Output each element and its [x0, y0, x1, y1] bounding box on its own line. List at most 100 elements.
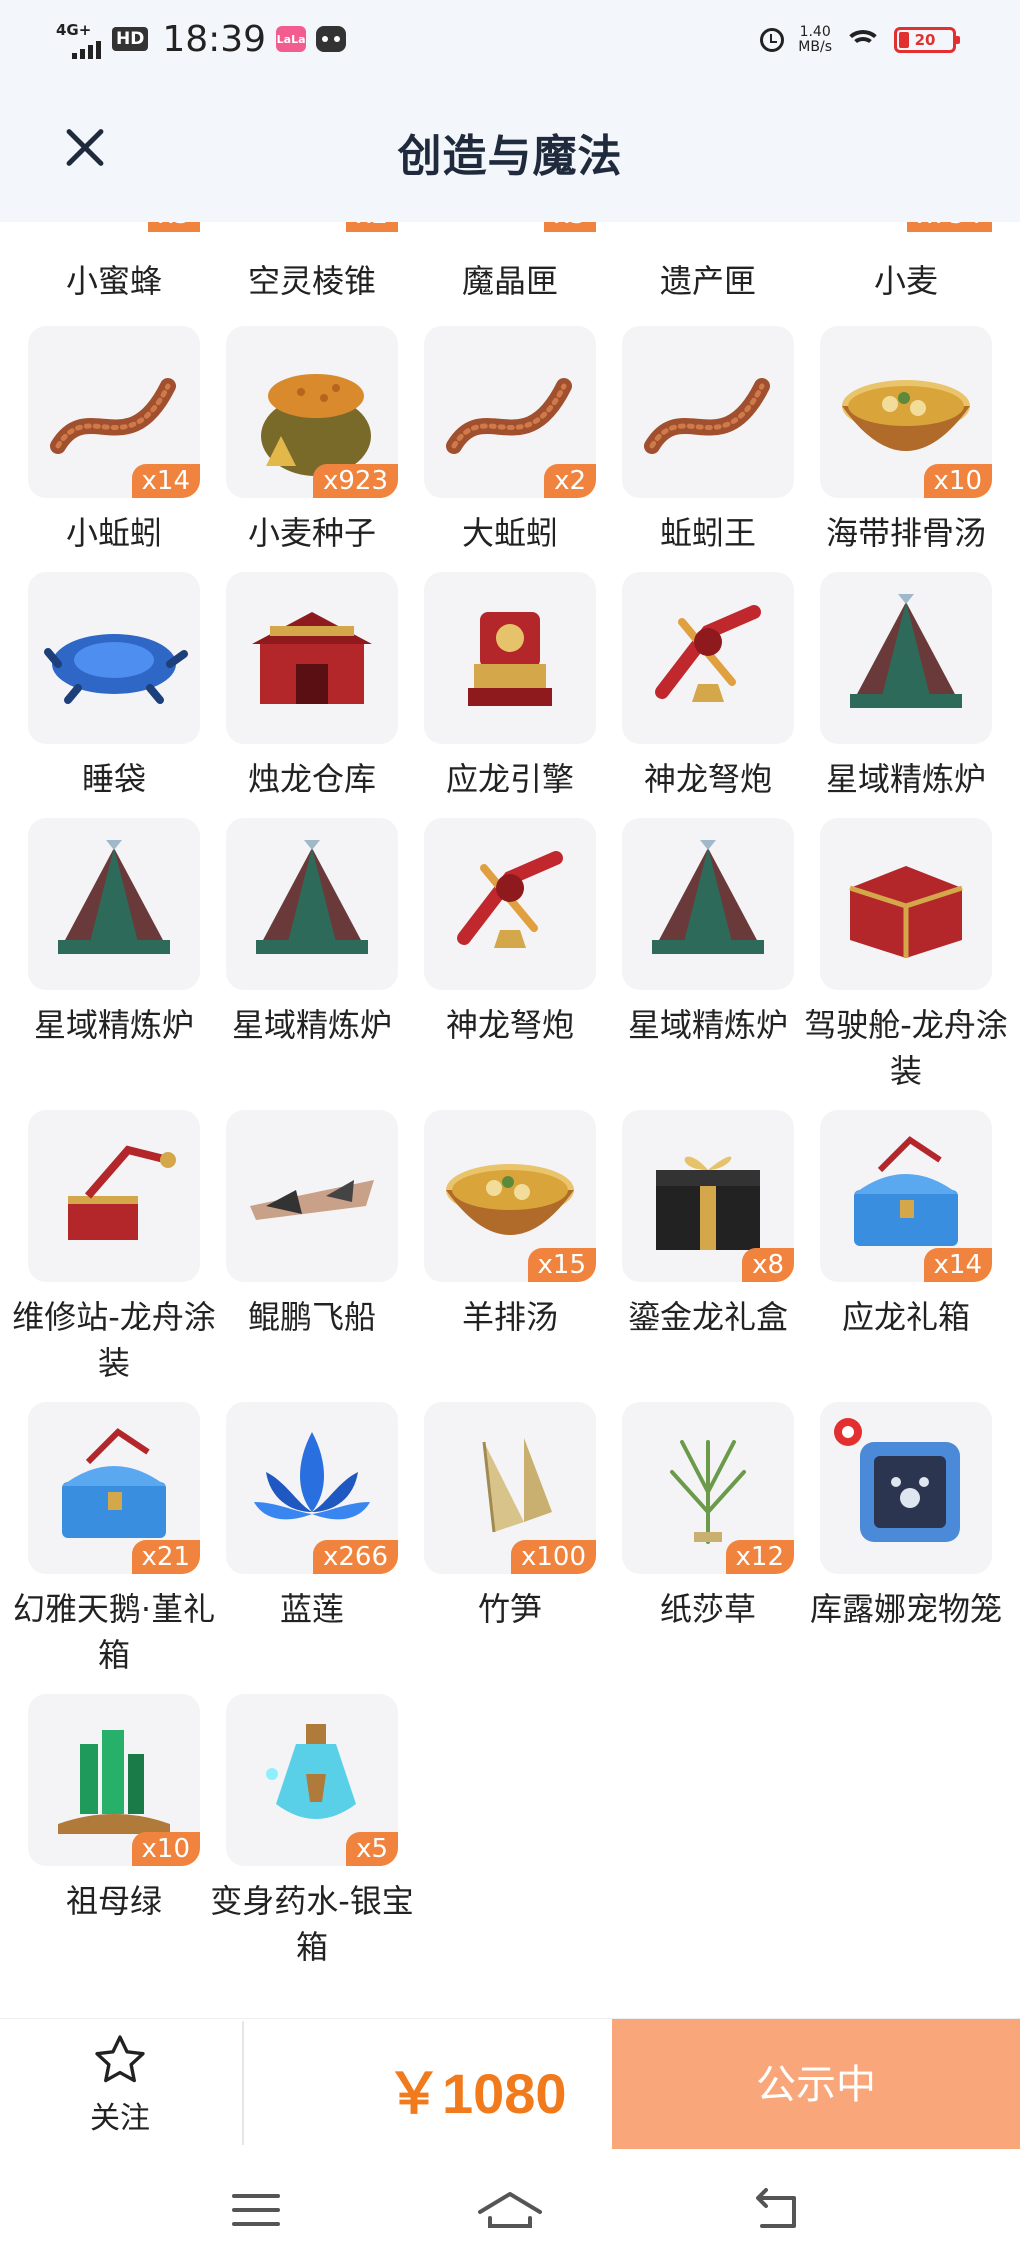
quantity-badge: x2 — [346, 222, 398, 232]
item-name: 应龙引擎 — [445, 760, 574, 798]
item-thumbnail — [820, 1402, 992, 1574]
quantity-badge: x754 — [906, 222, 992, 232]
item-thumbnail: x10 — [28, 1694, 200, 1866]
quantity-badge: x21 — [131, 1540, 200, 1574]
quantity-badge: x5 — [346, 1832, 398, 1866]
item-thumbnail: x10 — [820, 326, 992, 498]
status-bar: 4G+ HD 18:39 LaLa 1.40 MB/s 20 — [0, 0, 1020, 82]
item-name: 竹笋 — [477, 1590, 542, 1628]
worm-icon — [644, 378, 770, 454]
item-name: 烛龙仓库 — [247, 760, 376, 798]
network-type: 4G+ — [56, 21, 92, 39]
bottom-bar: 关注 ￥1080 公示中 — [0, 2018, 1020, 2151]
follow-label: 关注 — [90, 2101, 150, 2136]
quantity-badge: x3 — [544, 222, 596, 232]
item-name: 小蜜蜂 — [65, 262, 162, 300]
quantity-badge: x12 — [725, 1540, 794, 1574]
speed-value: 1.40 — [799, 24, 831, 40]
quantity-badge: x2 — [544, 464, 596, 498]
item-name: 维修站-龙舟涂装 — [12, 1298, 216, 1382]
item-thumbnail — [226, 1110, 398, 1282]
home-nav-button[interactable] — [470, 2170, 550, 2250]
item-name: 大蚯蚓 — [461, 514, 558, 552]
game-app-icon — [316, 26, 347, 52]
sleeping-bag-icon — [44, 634, 188, 704]
pet-cage-icon — [834, 1418, 960, 1542]
item-grid-scroll[interactable]: x3 小蜜蜂 x2 空灵棱锥 x3 魔晶匣 遗产匣 x754 小麦 x14 小蚯蚓 x923 小麦种子 x… — [0, 222, 1020, 1992]
item-name: 魔晶匣 — [461, 262, 558, 300]
battery-level: 20 — [914, 31, 936, 49]
item-name: 睡袋 — [81, 760, 146, 798]
item-thumbnail — [28, 1110, 200, 1282]
item-thumbnail — [28, 572, 200, 744]
item-thumbnail: x2 — [424, 326, 596, 498]
quantity-badge: x14 — [131, 464, 200, 498]
item-thumbnail — [622, 818, 794, 990]
item-name: 变身药水-银宝箱 — [210, 1882, 414, 1966]
speed-unit: MB/s — [798, 39, 832, 55]
pyramid-furnace-icon — [652, 840, 764, 954]
back-nav-button[interactable] — [736, 2170, 816, 2250]
item-name: 纸莎草 — [659, 1590, 756, 1628]
airship-icon — [250, 1180, 374, 1220]
item-thumbnail — [424, 818, 596, 990]
battery-icon: 20 — [894, 27, 960, 53]
status-left: 4G+ HD 18:39 LaLa — [56, 14, 347, 64]
quantity-badge: x3 — [148, 222, 200, 232]
alarm-icon — [760, 28, 785, 52]
item-thumbnail — [28, 818, 200, 990]
item-name: 海带排骨汤 — [825, 514, 986, 552]
quantity-badge: x266 — [312, 1540, 398, 1574]
item-name: 星域精炼炉 — [825, 760, 986, 798]
lala-app-icon: LaLa — [276, 26, 307, 52]
price: ￥1080 — [386, 2062, 567, 2125]
item-name: 鎏金龙礼盒 — [627, 1298, 788, 1336]
item-thumbnail: x15 — [424, 1110, 596, 1282]
item-name: 空灵棱锥 — [247, 262, 376, 300]
network-speed: 1.40 MB/s — [798, 25, 832, 55]
follow-button[interactable]: 关注 — [60, 2031, 180, 2141]
divider — [242, 2021, 244, 2145]
pyramid-furnace-icon — [850, 594, 962, 708]
status-button[interactable]: 公示中 — [612, 2019, 1020, 2149]
menu-nav-button[interactable] — [216, 2170, 296, 2250]
item-name: 驾驶舱-龙舟涂装 — [804, 1006, 1008, 1090]
item-name: 星域精炼炉 — [231, 1006, 392, 1044]
item-thumbnail: x12 — [622, 1402, 794, 1574]
header: 创造与魔法 — [0, 82, 1020, 222]
item-name: 羊排汤 — [461, 1298, 558, 1336]
star-icon — [95, 2035, 145, 2083]
item-thumbnail: x266 — [226, 1402, 398, 1574]
quantity-badge: x10 — [131, 1832, 200, 1866]
item-thumbnail: x5 — [226, 1694, 398, 1866]
item-thumbnail: x21 — [28, 1402, 200, 1574]
pyramid-furnace-icon — [58, 840, 170, 954]
clock: 18:39 — [162, 18, 267, 60]
item-name: 库露娜宠物笼 — [809, 1590, 1002, 1628]
item-name: 鲲鹏飞船 — [247, 1298, 376, 1336]
item-thumbnail — [226, 572, 398, 744]
home-icon — [478, 2192, 542, 2228]
item-name: 蓝莲 — [279, 1590, 344, 1628]
pyramid-furnace-icon — [256, 840, 368, 954]
item-name: 小麦 — [873, 262, 938, 300]
back-icon — [756, 2188, 796, 2228]
item-name: 祖母绿 — [65, 1882, 162, 1920]
item-thumbnail: x923 — [226, 326, 398, 498]
system-nav-bar — [0, 2150, 1020, 2267]
quantity-badge: x10 — [923, 464, 992, 498]
item-thumbnail — [820, 572, 992, 744]
item-thumbnail — [820, 818, 992, 990]
engine-icon — [468, 612, 552, 706]
item-name: 蚯蚓王 — [659, 514, 756, 552]
page-title: 创造与魔法 — [397, 131, 623, 182]
quantity-badge: x14 — [923, 1248, 992, 1282]
quantity-badge: x923 — [312, 464, 398, 498]
quantity-badge: x15 — [527, 1248, 596, 1282]
item-thumbnail: x14 — [28, 326, 200, 498]
hd-badge: HD — [112, 27, 149, 51]
repair-station-icon — [68, 1145, 176, 1240]
item-thumbnail: x8 — [622, 1110, 794, 1282]
dragon-ballista-icon — [457, 851, 563, 948]
dragon-ballista-icon — [655, 605, 761, 702]
